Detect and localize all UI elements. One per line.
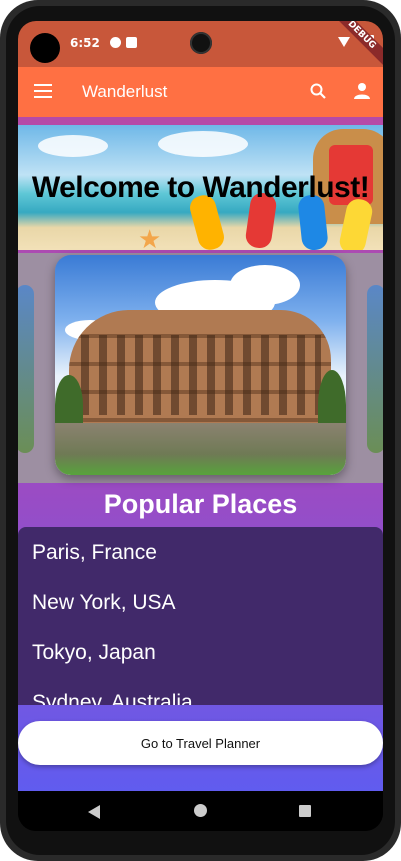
image-carousel[interactable] [18,253,383,483]
carousel-current-card[interactable] [55,255,346,475]
device-frame: 6:52 DEBUG Wanderlust ★ Welcome to Wande… [0,0,401,861]
list-item-sydney[interactable]: Sydney, Australia [32,691,193,705]
popular-places-title: Popular Places [103,489,298,519]
sd-card-icon [126,37,137,48]
welcome-text: Welcome to Wanderlust! [31,171,370,204]
main-content: ★ Welcome to Wanderlust! Popular Places … [18,117,383,797]
starfish-icon: ★ [138,225,162,250]
search-icon[interactable] [310,83,326,99]
notification-icon [110,37,121,48]
camera-cutout [30,33,60,63]
app-bar: Wanderlust [18,67,383,117]
photo-cloud [230,265,300,305]
person-icon[interactable] [353,82,371,100]
back-icon[interactable] [88,805,100,819]
system-nav-bar [18,791,383,831]
wifi-icon [338,37,350,47]
status-time: 6:52 [70,36,100,50]
recents-icon[interactable] [299,805,311,817]
menu-icon[interactable] [34,84,52,98]
list-item-new-york[interactable]: New York, USA [32,591,176,615]
list-item-paris[interactable]: Paris, France [32,541,157,565]
welcome-banner: ★ Welcome to Wanderlust! [18,125,383,250]
carousel-next-card[interactable] [367,285,383,453]
debug-ribbon: DEBUG [323,21,383,73]
list-item-tokyo[interactable]: Tokyo, Japan [32,641,156,665]
carousel-prev-card[interactable] [18,285,34,453]
app-title: Wanderlust [82,82,168,101]
colosseum-arches [81,335,321,415]
plaza-ground [55,423,346,475]
banner-cloud [38,135,108,157]
travel-planner-button[interactable]: Go to Travel Planner [18,721,383,765]
screen: 6:52 DEBUG Wanderlust ★ Welcome to Wande… [18,21,383,831]
banner-cloud [158,131,248,157]
status-bar: 6:52 DEBUG [18,21,383,73]
popular-places-list[interactable]: Paris, France New York, USA Tokyo, Japan… [18,527,383,705]
home-icon[interactable] [194,804,207,817]
front-camera [190,32,212,54]
